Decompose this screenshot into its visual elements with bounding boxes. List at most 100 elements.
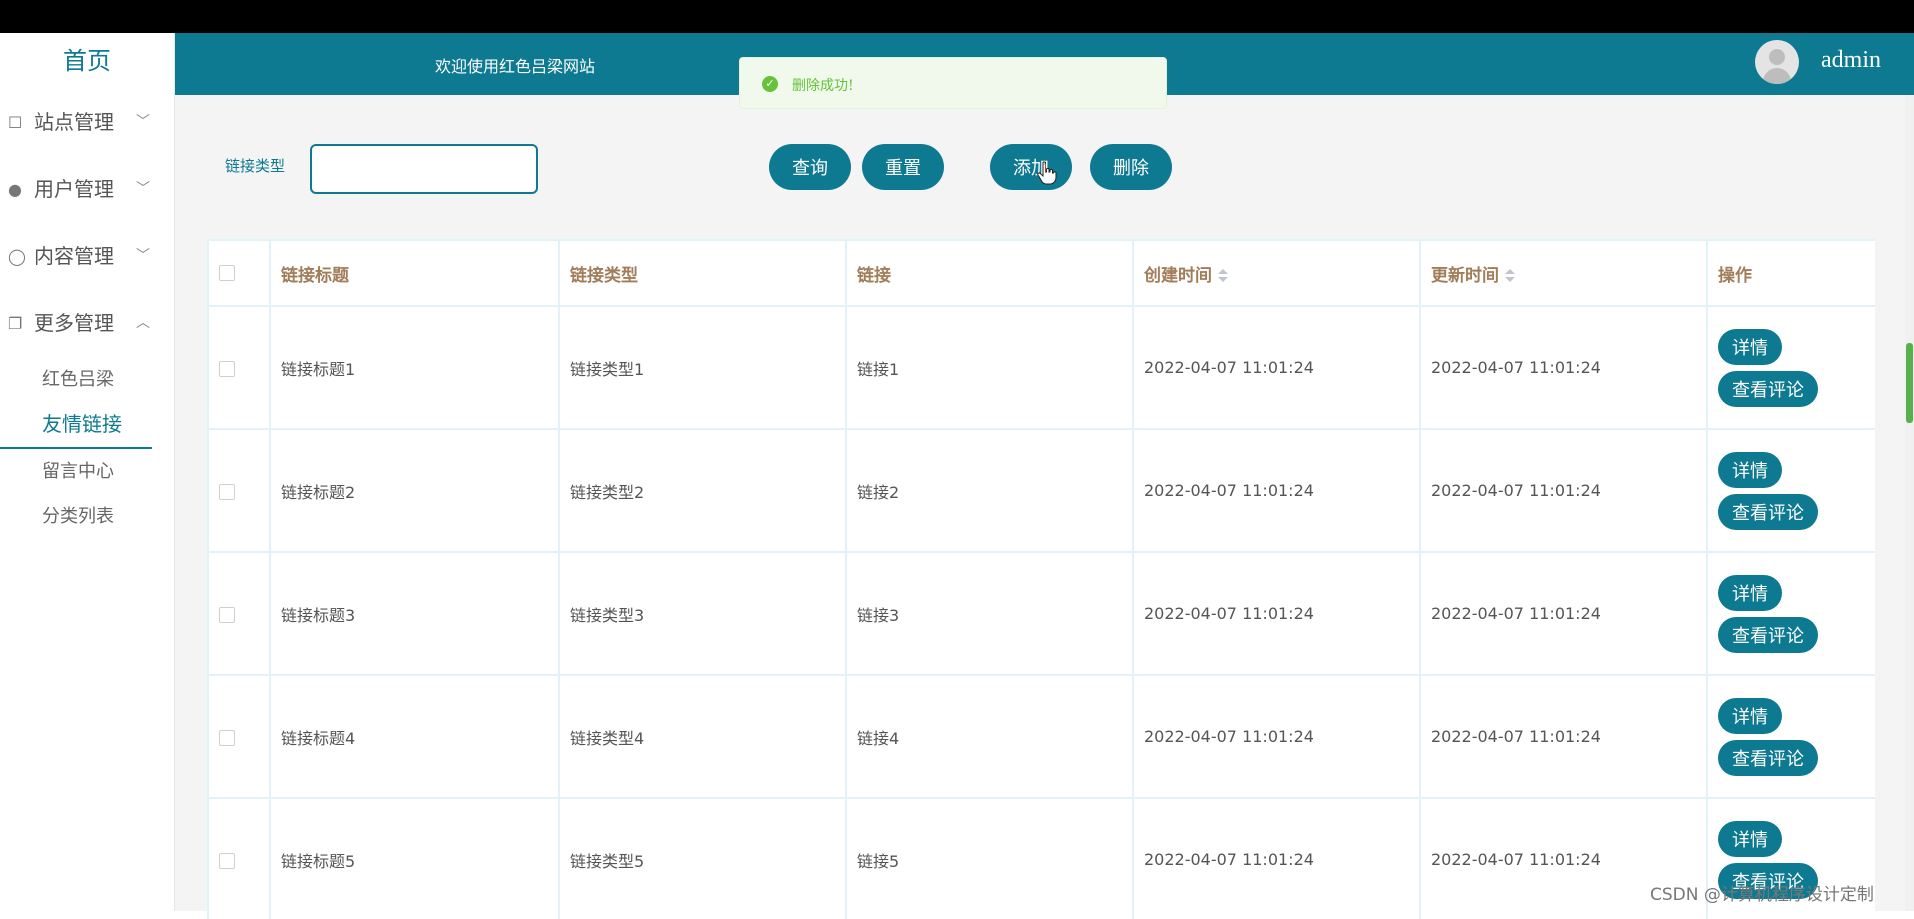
- sidebar-item-content-management[interactable]: ◯ 内容管理 ﹀: [0, 223, 174, 290]
- detail-button[interactable]: 详情: [1718, 451, 1782, 488]
- cell-created: 2022-04-07 11:01:24: [1132, 674, 1421, 799]
- table-row: 链接标题4 链接类型4 链接4 2022-04-07 11:01:24 2022…: [207, 674, 1875, 799]
- column-header-created[interactable]: 创建时间: [1132, 239, 1421, 307]
- sidebar-item-label: 用户管理: [34, 177, 114, 201]
- filter-label: 链接类型: [225, 157, 286, 175]
- column-header-link: 链接: [845, 239, 1134, 307]
- cell-updated: 2022-04-07 11:01:24: [1419, 551, 1708, 676]
- cell-type: 链接类型5: [558, 797, 847, 919]
- table-row: 链接标题2 链接类型2 链接2 2022-04-07 11:01:24 2022…: [207, 428, 1875, 553]
- cell-actions: 详情 查看评论: [1706, 305, 1875, 430]
- row-checkbox[interactable]: [219, 483, 235, 500]
- detail-button[interactable]: 详情: [1718, 328, 1782, 365]
- avatar-head-shape: [1769, 49, 1785, 65]
- check-circle-icon: ✓: [762, 76, 778, 92]
- cell-type: 链接类型2: [558, 428, 847, 553]
- welcome-text: 欢迎使用红色吕梁网站: [435, 57, 596, 76]
- main-content: 链接类型 查询 重置 添加 删除 链接标题 链接类型 链接 创建时间 更新时间 …: [175, 95, 1914, 919]
- cell-actions: 详情 查看评论: [1706, 551, 1875, 676]
- select-all-cell: [207, 239, 271, 307]
- cell-type: 链接类型3: [558, 551, 847, 676]
- sidebar-item-label: 内容管理: [34, 244, 114, 268]
- view-comments-button[interactable]: 查看评论: [1718, 493, 1818, 530]
- detail-button[interactable]: 详情: [1718, 574, 1782, 611]
- sidebar-item-more-management[interactable]: ❐ 更多管理 ︿: [0, 290, 174, 357]
- table-row: 链接标题3 链接类型3 链接3 2022-04-07 11:01:24 2022…: [207, 551, 1875, 676]
- column-header-actions: 操作: [1706, 239, 1875, 307]
- watermark: CSDN @计算机程序设计定制: [1650, 885, 1874, 905]
- reset-button[interactable]: 重置: [862, 144, 944, 190]
- cell-title: 链接标题1: [269, 305, 560, 430]
- search-button[interactable]: 查询: [769, 144, 851, 190]
- sidebar-item-label: 更多管理: [34, 311, 114, 335]
- cell-title: 链接标题2: [269, 428, 560, 553]
- copy-icon: ❐: [8, 314, 23, 333]
- sidebar-home[interactable]: 首页: [0, 33, 174, 89]
- table-row: 链接标题1 链接类型1 链接1 2022-04-07 11:01:24 2022…: [207, 305, 1875, 430]
- cell-created: 2022-04-07 11:01:24: [1132, 797, 1421, 919]
- link-type-input[interactable]: [310, 144, 538, 194]
- cell-updated: 2022-04-07 11:01:24: [1419, 305, 1708, 430]
- sort-icon[interactable]: [1505, 268, 1515, 283]
- cell-actions: 详情 查看评论: [1706, 674, 1875, 799]
- avatar-body-shape: [1763, 68, 1791, 84]
- sidebar-item-label: 站点管理: [34, 110, 114, 134]
- cell-updated: 2022-04-07 11:01:24: [1419, 428, 1708, 553]
- column-header-title: 链接标题: [269, 239, 560, 307]
- cell-link: 链接2: [845, 428, 1134, 553]
- column-header-type: 链接类型: [558, 239, 847, 307]
- sort-icon[interactable]: [1218, 268, 1228, 283]
- select-all-checkbox[interactable]: [219, 265, 235, 281]
- cell-title: 链接标题3: [269, 551, 560, 676]
- cell-created: 2022-04-07 11:01:24: [1132, 551, 1421, 676]
- sidebar-subitem-message-center[interactable]: 留言中心: [0, 449, 174, 494]
- view-comments-button[interactable]: 查看评论: [1718, 370, 1818, 407]
- toast-message: 删除成功!: [792, 78, 854, 94]
- cell-updated: 2022-04-07 11:01:24: [1419, 674, 1708, 799]
- top-black-bar: [0, 0, 1914, 33]
- column-header-label: 更新时间: [1431, 265, 1499, 286]
- row-checkbox[interactable]: [219, 360, 235, 377]
- row-checkbox[interactable]: [219, 729, 235, 746]
- scrollbar-thumb[interactable]: [1906, 343, 1913, 423]
- links-table: 链接标题 链接类型 链接 创建时间 更新时间 操作 链接标题1 链接类型1 链接…: [207, 239, 1875, 919]
- links-table-panel: 链接标题 链接类型 链接 创建时间 更新时间 操作 链接标题1 链接类型1 链接…: [207, 239, 1875, 919]
- detail-button[interactable]: 详情: [1718, 697, 1782, 734]
- cell-type: 链接类型1: [558, 305, 847, 430]
- row-checkbox[interactable]: [219, 852, 235, 869]
- table-header-row: 链接标题 链接类型 链接 创建时间 更新时间 操作: [207, 239, 1875, 307]
- hand-cursor-icon: [1037, 161, 1057, 185]
- cell-link: 链接3: [845, 551, 1134, 676]
- page-scrollbar[interactable]: [1905, 95, 1914, 911]
- view-comments-button[interactable]: 查看评论: [1718, 739, 1818, 776]
- chevron-down-icon: ﹀: [136, 248, 150, 264]
- view-comments-button[interactable]: 查看评论: [1718, 616, 1818, 653]
- row-checkbox[interactable]: [219, 606, 235, 623]
- column-header-updated[interactable]: 更新时间: [1419, 239, 1708, 307]
- sidebar-item-user-management[interactable]: ● 用户管理 ﹀: [0, 156, 174, 223]
- user-icon: ●: [8, 180, 22, 199]
- comment-icon: ◯: [8, 247, 26, 266]
- chevron-down-icon: ﹀: [136, 181, 150, 197]
- sidebar-item-site-management[interactable]: ☐ 站点管理 ﹀: [0, 89, 174, 156]
- cell-link: 链接4: [845, 674, 1134, 799]
- table-row: 链接标题5 链接类型5 链接5 2022-04-07 11:01:24 2022…: [207, 797, 1875, 919]
- cell-type: 链接类型4: [558, 674, 847, 799]
- cell-title: 链接标题4: [269, 674, 560, 799]
- sidebar-subitem-friend-links[interactable]: 友情链接: [0, 402, 152, 449]
- add-button[interactable]: 添加: [990, 144, 1072, 190]
- detail-button[interactable]: 详情: [1718, 820, 1782, 857]
- cell-link: 链接1: [845, 305, 1134, 430]
- cell-actions: 详情 查看评论: [1706, 428, 1875, 553]
- username[interactable]: admin: [1821, 47, 1881, 74]
- delete-button[interactable]: 删除: [1090, 144, 1172, 190]
- sidebar-subitem-category-list[interactable]: 分类列表: [0, 494, 174, 539]
- cell-created: 2022-04-07 11:01:24: [1132, 428, 1421, 553]
- chevron-up-icon: ︿: [136, 315, 150, 331]
- cell-title: 链接标题5: [269, 797, 560, 919]
- monitor-icon: ☐: [8, 113, 23, 132]
- avatar[interactable]: [1755, 40, 1799, 84]
- sidebar-subitem-red-lvliang[interactable]: 红色吕梁: [0, 357, 174, 402]
- cell-link: 链接5: [845, 797, 1134, 919]
- chevron-down-icon: ﹀: [136, 114, 150, 130]
